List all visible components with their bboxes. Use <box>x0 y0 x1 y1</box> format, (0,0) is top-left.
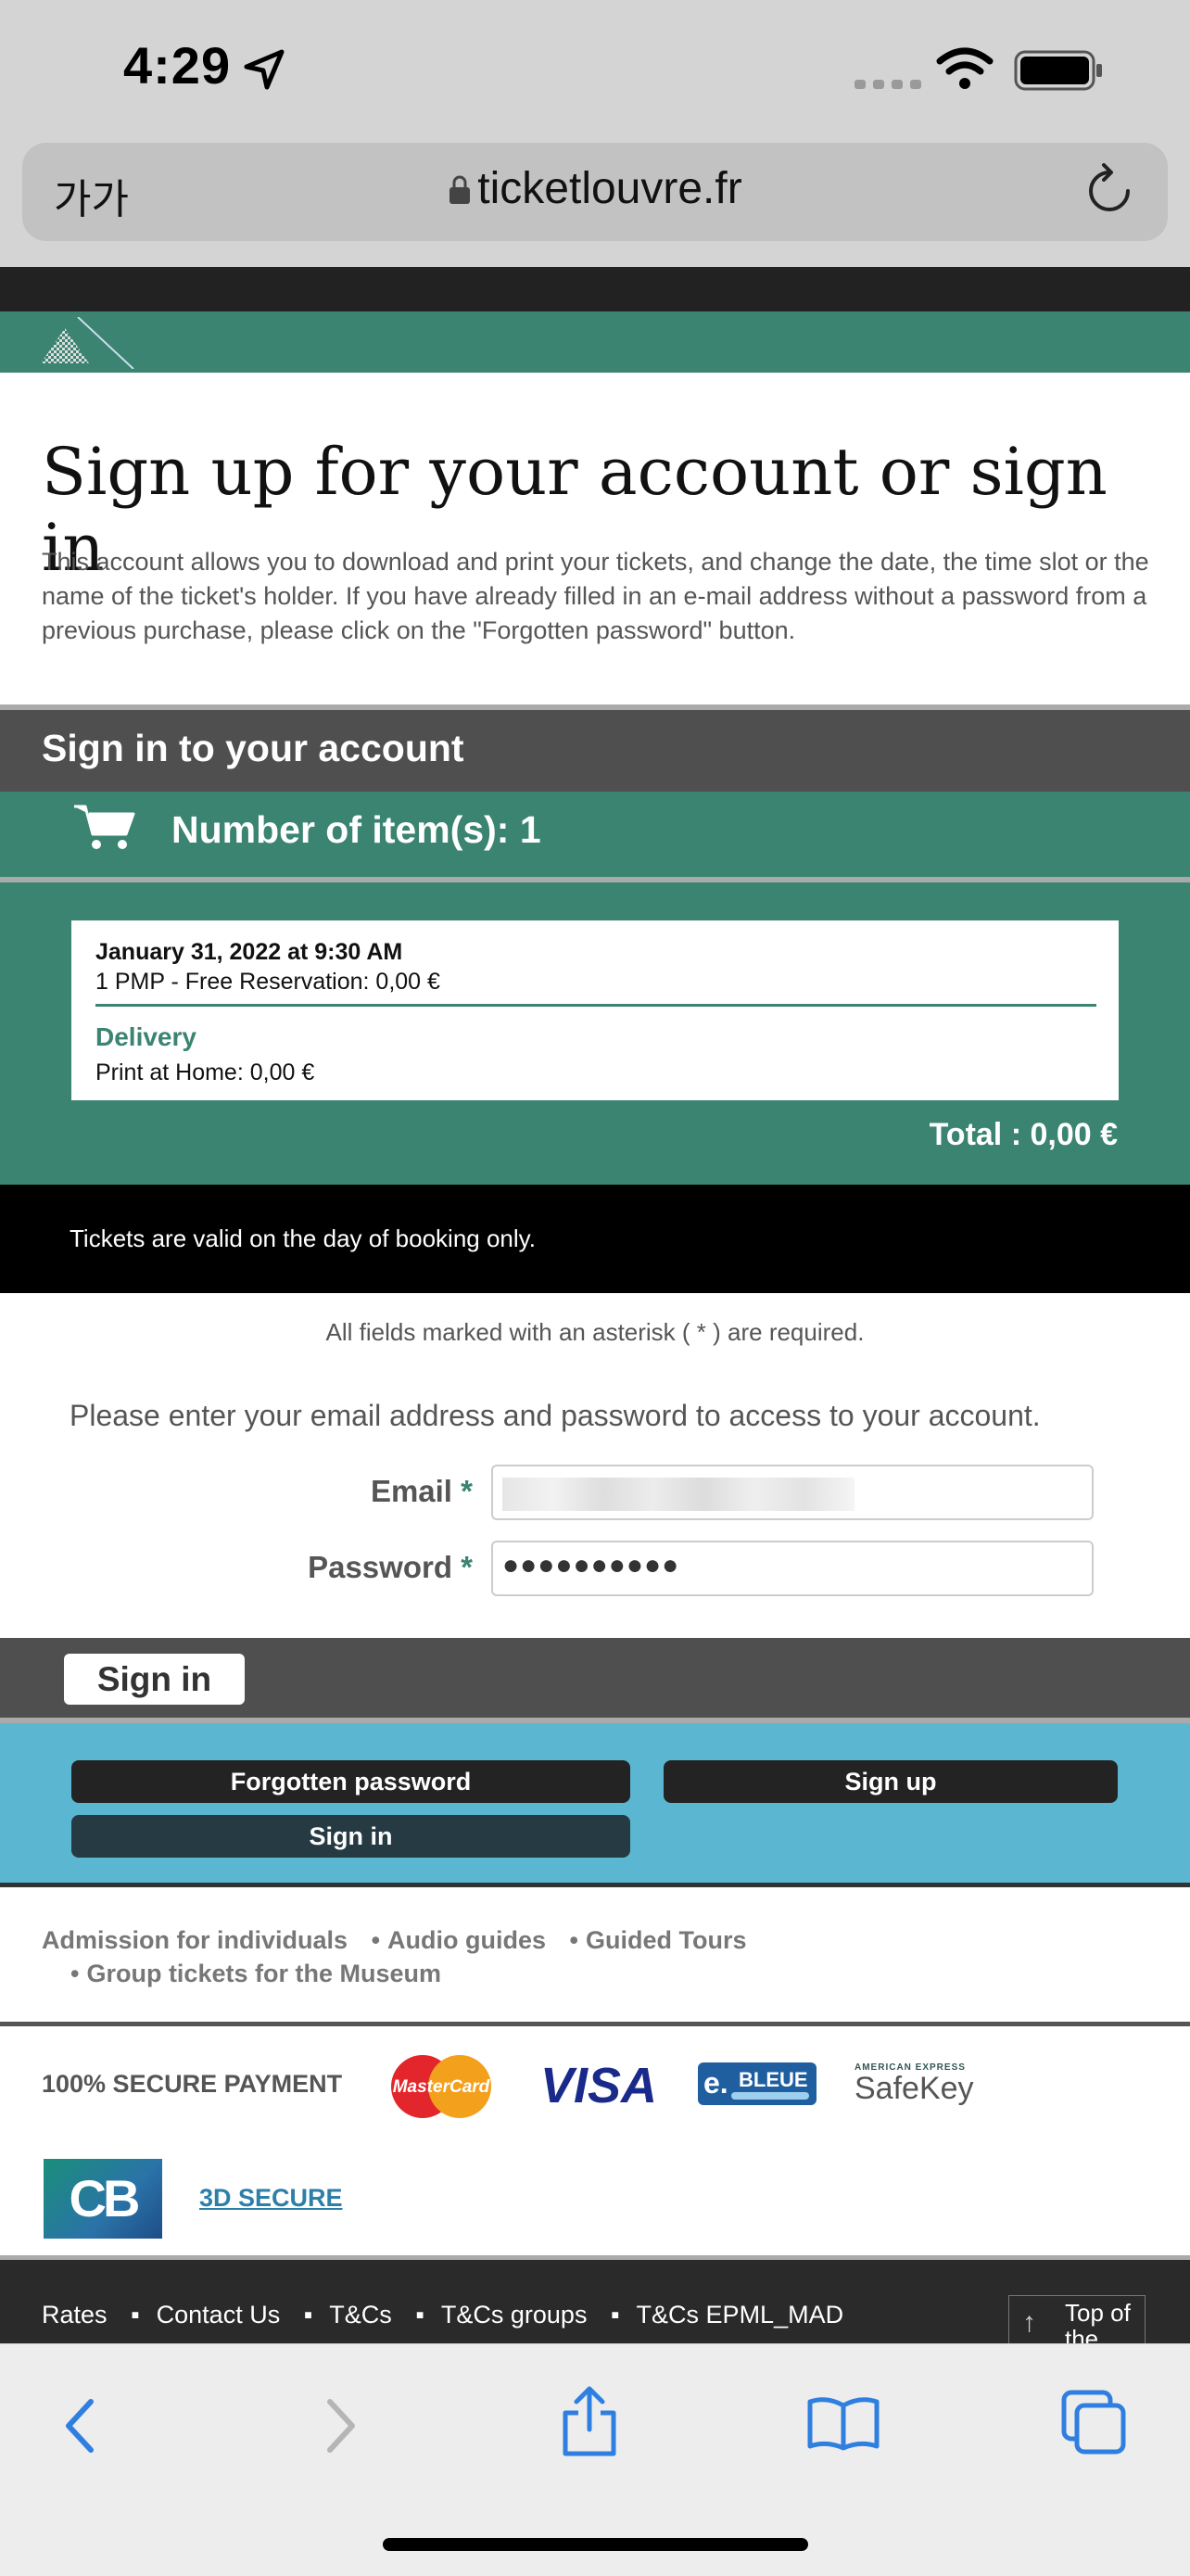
required-note: All fields marked with an asterisk ( * )… <box>325 1318 865 1346</box>
cart-summary-bar: Number of item(s): 1 <box>0 792 1190 877</box>
footer-nav: Rates ▪ Contact Us ▪ T&Cs ▪ T&Cs groups ▪ T&… <box>42 2301 844 2329</box>
up-arrow-icon: ↑ <box>1022 2307 1036 2338</box>
section-title: Sign in to your account <box>42 727 464 769</box>
divider <box>0 2022 1190 2026</box>
ebleue-swoosh <box>731 2092 809 2100</box>
footer-links-row: Admission for individuals • Audio guides … <box>42 1926 747 1954</box>
required-asterisk: * <box>461 1550 473 1584</box>
footer-links-row: • Group tickets for the Museum <box>70 1960 442 1987</box>
sign-in-button[interactable]: Sign in <box>64 1654 245 1705</box>
ticket-line: 1 PMP - Free Reservation: 0,00 € <box>95 969 440 995</box>
amex-safekey-logo: AMERICAN EXPRESS SafeKey <box>855 2062 974 2107</box>
divider <box>0 1883 1190 1887</box>
lock-icon <box>449 175 471 204</box>
forgotten-password-button[interactable]: Forgotten password <box>71 1760 630 1803</box>
share-icon[interactable] <box>560 2385 619 2459</box>
password-label: Password * <box>195 1550 473 1585</box>
address-bar[interactable]: 가가 ticketlouvre.fr <box>22 143 1168 241</box>
delivery-heading: Delivery <box>95 1022 196 1051</box>
site-top-bar <box>0 267 1190 311</box>
cb-logo: CB <box>44 2159 162 2239</box>
shopping-cart-icon <box>74 805 135 849</box>
footer-link-tcs-epml[interactable]: T&Cs EPML_MAD <box>637 2301 844 2329</box>
visit-date: January 31, 2022 at 9:30 AM <box>95 939 403 965</box>
email-value-redacted <box>502 1478 855 1511</box>
order-card: January 31, 2022 at 9:30 AM 1 PMP - Free… <box>71 920 1119 1100</box>
footer-link-audio-guides[interactable]: Audio guides <box>387 1926 546 1954</box>
mastercard-text: MasterCard <box>392 2077 490 2097</box>
email-label: Email * <box>195 1474 473 1509</box>
footer-link-contact[interactable]: Contact Us <box>157 2301 281 2329</box>
email-label-text: Email <box>370 1474 452 1508</box>
validity-notice: Tickets are valid on the day of booking … <box>0 1185 1190 1293</box>
sign-in-bar: Sign in <box>0 1638 1190 1718</box>
footer-link-admission[interactable]: Admission for individuals <box>42 1926 348 1954</box>
order-total: Total : 0,00 € <box>929 1117 1118 1152</box>
url-field[interactable]: ticketlouvre.fr <box>22 163 1168 214</box>
visa-logo: VISA <box>540 2058 658 2113</box>
secure-payment-label: 100% SECURE PAYMENT <box>42 2070 343 2098</box>
battery-icon <box>1014 50 1102 91</box>
mastercard-logo: MasterCard <box>387 2053 495 2125</box>
email-field[interactable] <box>491 1465 1094 1520</box>
footer-link-group-tickets[interactable]: Group tickets for the Museum <box>86 1960 441 1987</box>
safekey-text: SafeKey <box>855 2071 974 2106</box>
password-field[interactable]: ●●●●●●●●●● <box>491 1541 1094 1596</box>
footer-link-rates[interactable]: Rates <box>42 2301 108 2329</box>
password-label-text: Password <box>308 1550 452 1584</box>
password-value: ●●●●●●●●●● <box>502 1550 680 1580</box>
items-count: Number of item(s): 1 <box>171 808 541 851</box>
account-actions: Forgotten password Sign up Sign in <box>0 1723 1190 1883</box>
delivery-line: Print at Home: 0,00 € <box>95 1060 315 1085</box>
site-logo-bar <box>0 311 1190 373</box>
notice-text: Tickets are valid on the day of booking … <box>70 1225 536 1252</box>
e-bleue-logo: e. BLEUE <box>698 2062 817 2105</box>
wifi-icon <box>936 47 994 89</box>
forward-icon[interactable] <box>321 2396 361 2455</box>
footer-link-tcs[interactable]: T&Cs <box>329 2301 392 2329</box>
sign-in-secondary-button[interactable]: Sign in <box>71 1815 630 1858</box>
intro-text: This account allows you to download and … <box>42 548 1149 644</box>
form-instruction: Please enter your email address and pass… <box>70 1399 1041 1432</box>
url-text: ticketlouvre.fr <box>477 164 742 213</box>
pyramid-logo-icon[interactable] <box>37 317 139 369</box>
location-arrow-icon <box>244 49 285 90</box>
footer-link-guided-tours[interactable]: Guided Tours <box>586 1926 747 1954</box>
cellular-signal-icon <box>855 80 921 89</box>
home-indicator <box>383 2538 808 2551</box>
cb-text: CB <box>69 2169 141 2227</box>
reload-icon[interactable] <box>1083 163 1135 219</box>
ebleue-text: BLEUE <box>739 2068 808 2091</box>
3d-secure-link[interactable]: 3D SECURE <box>199 2184 343 2213</box>
footer-link-tcs-groups[interactable]: T&Cs groups <box>441 2301 588 2329</box>
back-icon[interactable] <box>59 2396 100 2455</box>
divider <box>95 1004 1096 1007</box>
sign-up-button[interactable]: Sign up <box>664 1760 1118 1803</box>
required-asterisk: * <box>461 1474 473 1508</box>
ebleue-e: e. <box>703 2066 728 2100</box>
status-time: 4:29 <box>123 36 232 95</box>
tabs-icon[interactable] <box>1060 2389 1127 2455</box>
sign-in-section-header: Sign in to your account <box>0 710 1190 792</box>
browser-chrome: 4:29 가가 ticketlouvre.fr <box>0 0 1190 267</box>
bookmarks-icon[interactable] <box>806 2396 880 2452</box>
